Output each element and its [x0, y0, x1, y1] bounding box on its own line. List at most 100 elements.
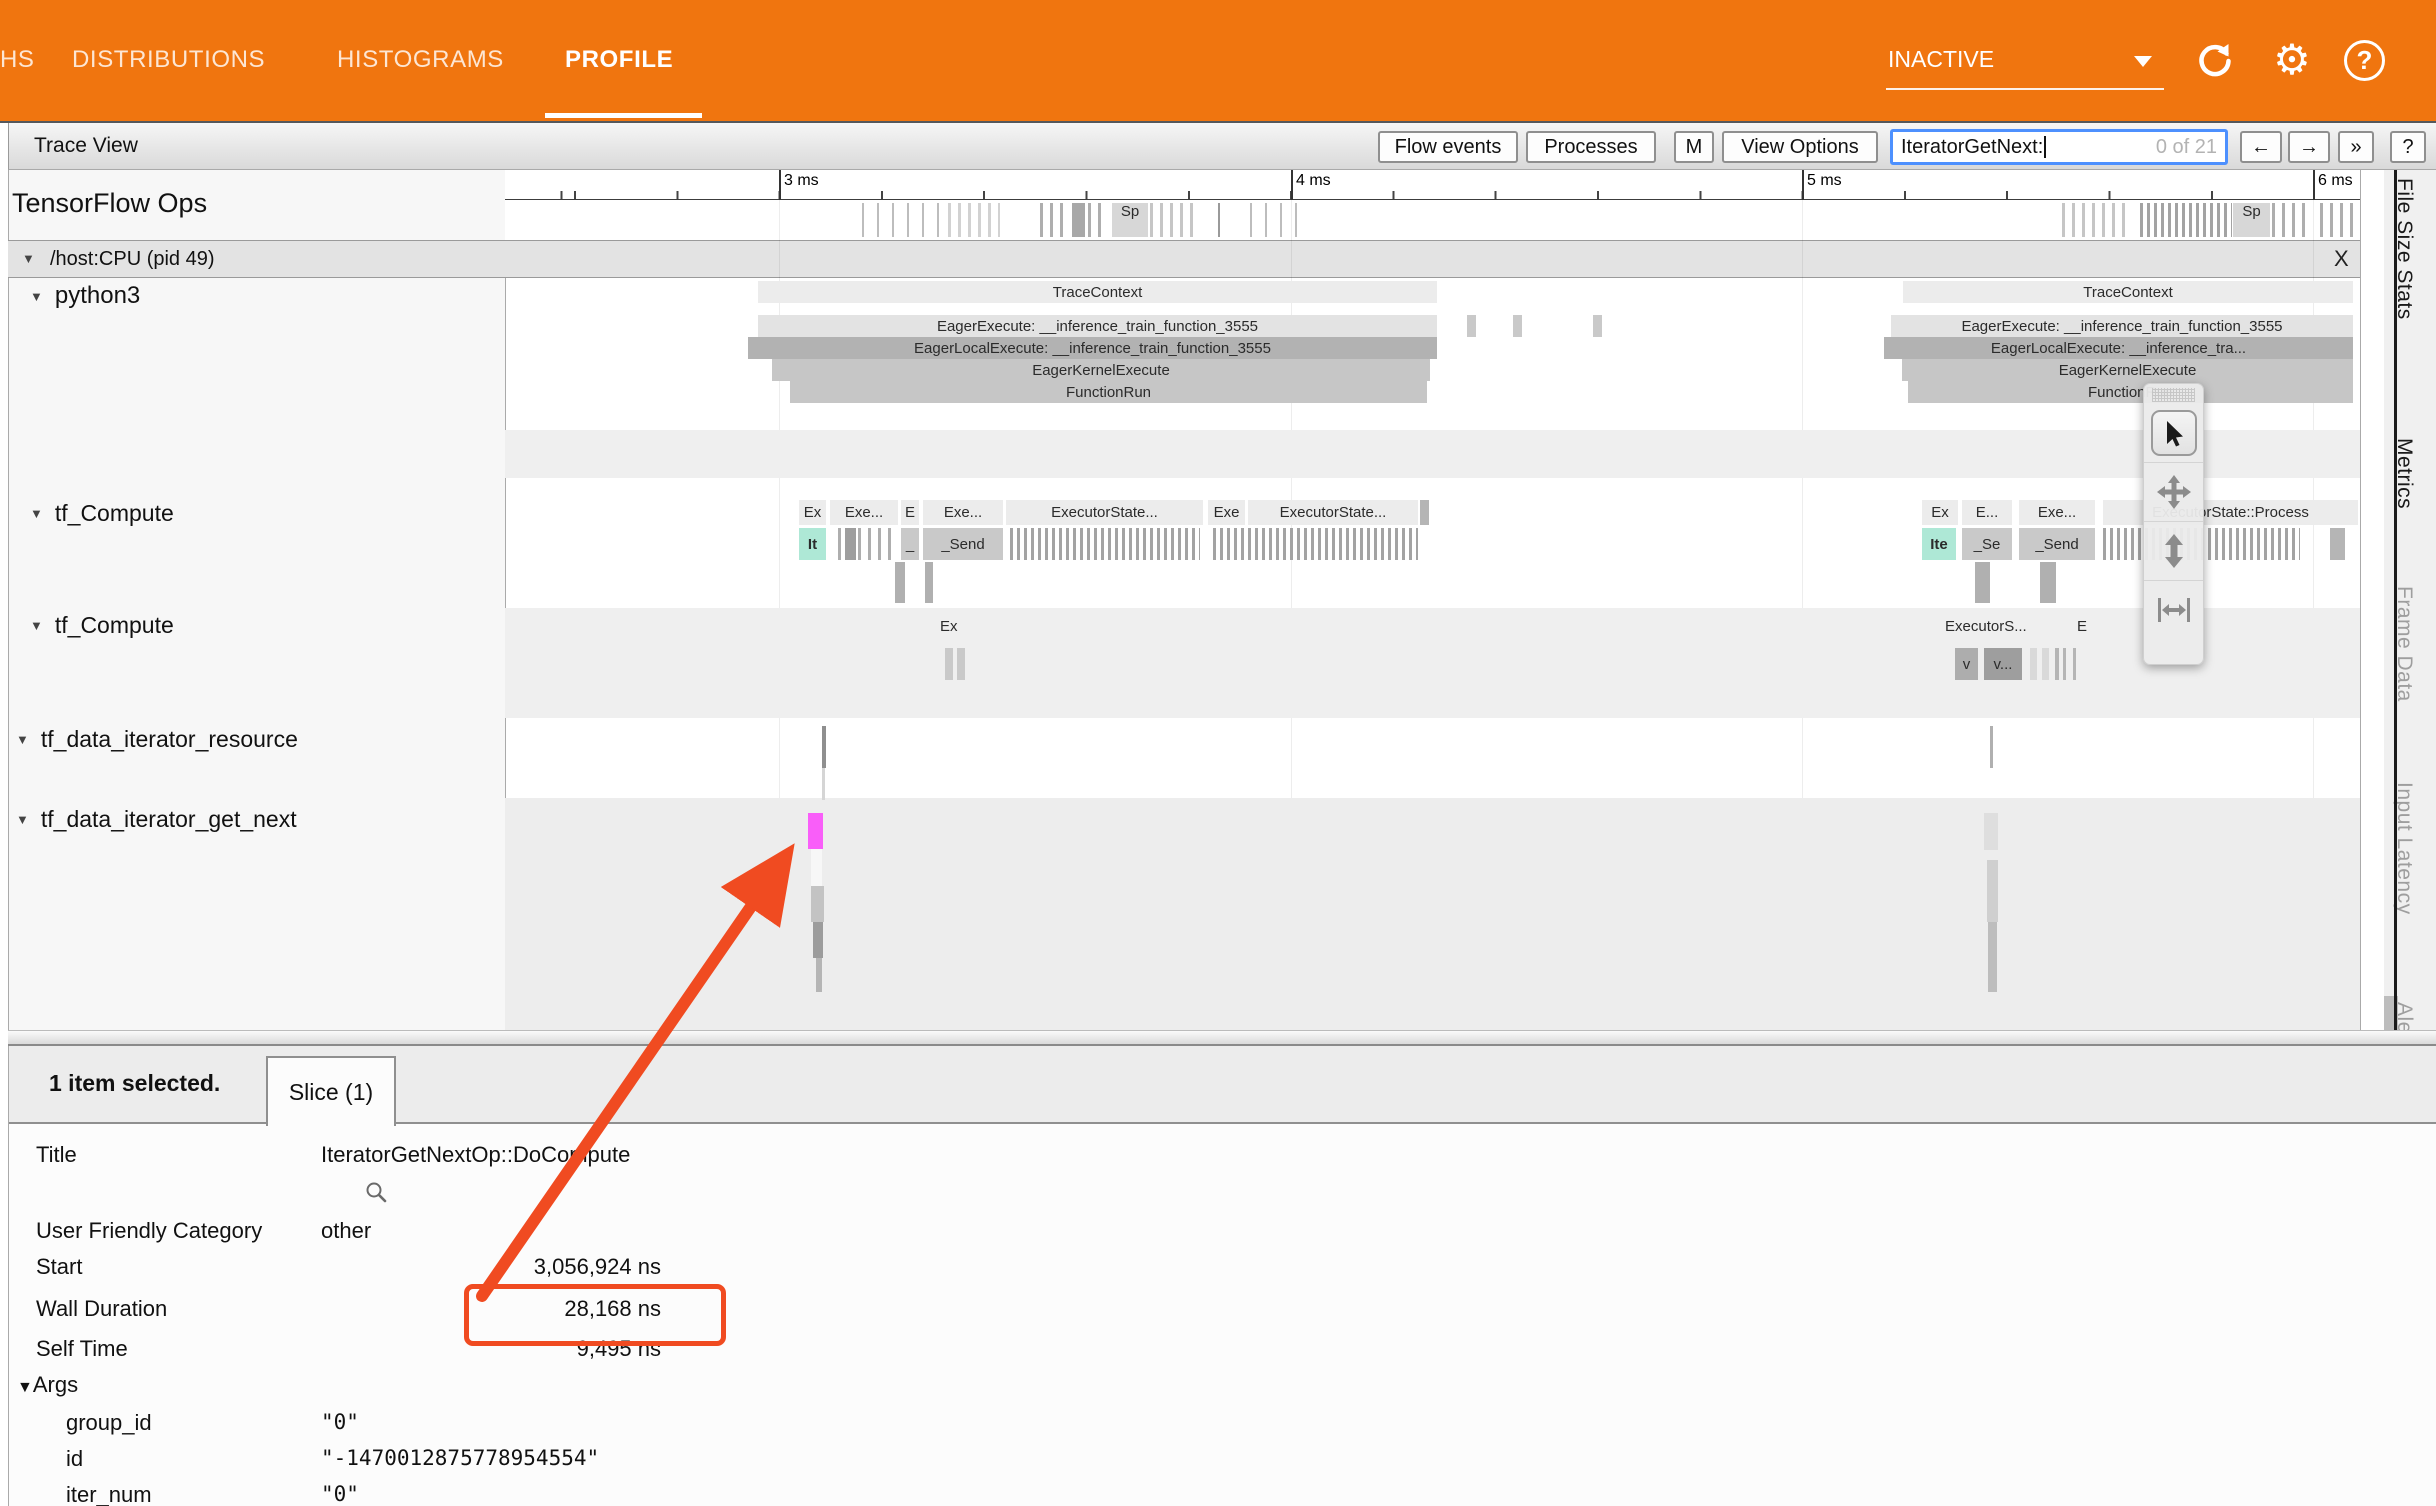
- ops-events[interactable]: [948, 203, 1000, 237]
- track-tf-compute-2[interactable]: ▼ tf_Compute: [30, 612, 174, 639]
- collapse-arrow-icon[interactable]: ▼: [22, 251, 35, 266]
- get-next-slice[interactable]: [811, 849, 822, 886]
- slice-label[interactable]: E: [901, 500, 919, 525]
- tab-histograms[interactable]: HISTOGRAMS: [337, 46, 504, 74]
- slice-iterator-get-next[interactable]: Ite: [1922, 528, 1956, 560]
- timing-tool-button[interactable]: [2144, 580, 2203, 639]
- ops-events[interactable]: [2140, 203, 2232, 237]
- slice-cluster[interactable]: [1010, 528, 1200, 560]
- pan-tool-button[interactable]: [2144, 462, 2203, 521]
- slice-eager-local-execute[interactable]: EagerLocalExecute: __inference_train_fun…: [748, 337, 1437, 359]
- view-options-button[interactable]: View Options: [1722, 131, 1878, 163]
- slice-eager-kernel-execute[interactable]: EagerKernelExecute: [772, 359, 1430, 381]
- palette-drag-handle[interactable]: [2152, 388, 2195, 402]
- slice-label[interactable]: E...: [1962, 500, 2012, 525]
- refresh-icon[interactable]: [2192, 38, 2238, 89]
- selection-tool-button[interactable]: [2144, 404, 2203, 462]
- small-slice[interactable]: [2040, 562, 2056, 603]
- small-slice[interactable]: [925, 562, 933, 603]
- ops-events[interactable]: [2272, 203, 2305, 237]
- args-section-header[interactable]: ▼Args: [17, 1372, 78, 1398]
- small-slice[interactable]: [1513, 315, 1522, 337]
- slice-send[interactable]: _Send: [2019, 528, 2095, 560]
- small-slice[interactable]: [2063, 648, 2066, 680]
- slice-label[interactable]: ExecutorState...: [1248, 500, 1418, 525]
- small-slice[interactable]: [945, 648, 953, 680]
- small-slice[interactable]: [957, 648, 965, 680]
- help-icon[interactable]: ?: [2344, 40, 2385, 81]
- ops-event-slice[interactable]: [1072, 203, 1085, 237]
- slice-trace-context[interactable]: TraceContext: [758, 281, 1437, 303]
- get-next-slice[interactable]: [816, 958, 822, 992]
- get-next-slice[interactable]: [1988, 922, 1997, 992]
- track-tf-compute-1[interactable]: ▼ tf_Compute: [30, 500, 174, 527]
- ops-events[interactable]: [1150, 203, 1196, 237]
- ops-events[interactable]: [862, 203, 940, 237]
- tab-distributions[interactable]: DISTRIBUTIONS: [72, 46, 265, 74]
- horizontal-splitter[interactable]: [8, 1030, 2436, 1046]
- small-slice[interactable]: [2330, 528, 2345, 560]
- small-slice[interactable]: [845, 528, 856, 560]
- collapse-arrow-icon[interactable]: ▼: [16, 812, 29, 827]
- ops-events[interactable]: [2062, 203, 2128, 237]
- ops-events[interactable]: [1088, 203, 1108, 237]
- slice-eager-execute[interactable]: EagerExecute: __inference_train_function…: [758, 315, 1437, 337]
- ops-sp-slice[interactable]: Sp: [1112, 203, 1148, 237]
- slice-label[interactable]: ExecutorState::Process: [2103, 500, 2358, 525]
- collapse-arrow-icon[interactable]: ▼: [16, 732, 29, 747]
- slice-label[interactable]: Exe...: [2019, 500, 2095, 525]
- ops-sp-slice[interactable]: Sp: [2233, 203, 2270, 237]
- resource-slice[interactable]: [822, 726, 826, 768]
- metrics-m-button[interactable]: M: [1674, 131, 1714, 163]
- small-slice[interactable]: [2055, 648, 2059, 680]
- ops-events[interactable]: [2320, 203, 2360, 237]
- tab-profile[interactable]: PROFILE: [565, 46, 673, 74]
- slice-cluster[interactable]: [1213, 528, 1418, 560]
- tab-graphs-partial[interactable]: HS: [0, 46, 35, 74]
- collapse-arrow-icon[interactable]: ▼: [30, 618, 43, 633]
- small-slice[interactable]: v: [1955, 648, 1978, 680]
- slice-label[interactable]: Ex: [1922, 500, 1958, 525]
- more-options-button[interactable]: »: [2338, 131, 2374, 163]
- get-next-slice[interactable]: [813, 922, 823, 958]
- resource-slice[interactable]: [1990, 726, 1993, 768]
- next-result-button[interactable]: →: [2288, 131, 2330, 163]
- ops-events[interactable]: [1250, 203, 1304, 237]
- small-slice[interactable]: [1975, 562, 1990, 603]
- close-process-button[interactable]: X: [2334, 246, 2349, 272]
- collapse-arrow-icon[interactable]: ▼: [30, 289, 43, 304]
- slice-label[interactable]: Exe: [1208, 500, 1245, 525]
- small-slice[interactable]: [2042, 648, 2049, 680]
- slice-eager-local-execute[interactable]: EagerLocalExecute: __inference_tra...: [1884, 337, 2353, 359]
- collapse-arrow-icon[interactable]: ▼: [30, 506, 43, 521]
- slice-label[interactable]: Exe...: [923, 500, 1003, 525]
- slice-iterator-get-next[interactable]: It: [799, 528, 826, 560]
- slice-function-run[interactable]: FunctionRun: [790, 381, 1427, 403]
- slice-eager-kernel-execute[interactable]: EagerKernelExecute: [1902, 359, 2353, 381]
- small-slice[interactable]: [1467, 315, 1476, 337]
- trace-help-button[interactable]: ?: [2390, 131, 2426, 163]
- track-python3[interactable]: ▼ python3: [30, 282, 140, 310]
- slice-send[interactable]: _Send: [923, 528, 1003, 560]
- slice-trace-context[interactable]: TraceContext: [1903, 281, 2353, 303]
- resource-slice[interactable]: [822, 768, 825, 800]
- host-cpu-header[interactable]: ▼ /host:CPU (pid 49) X: [8, 240, 2360, 278]
- gear-icon[interactable]: ⚙: [2266, 34, 2318, 86]
- get-next-slice[interactable]: [1987, 860, 1998, 922]
- ops-events[interactable]: [1040, 203, 1070, 237]
- chevron-down-icon[interactable]: [2134, 56, 2152, 67]
- track-tf-data-iterator-get-next[interactable]: ▼ tf_data_iterator_get_next: [16, 806, 297, 833]
- slice-eager-execute[interactable]: EagerExecute: __inference_train_function…: [1891, 315, 2353, 337]
- small-slice[interactable]: [2030, 648, 2037, 680]
- slice-send[interactable]: _Se: [1962, 528, 2012, 560]
- track-tf-data-iterator-resource[interactable]: ▼ tf_data_iterator_resource: [16, 726, 298, 753]
- small-slice[interactable]: [1420, 500, 1429, 525]
- slice-label[interactable]: Exe...: [830, 500, 898, 525]
- selected-slice-iterator-get-next[interactable]: [808, 813, 823, 849]
- slice-function-run[interactable]: FunctionRun: [1908, 381, 2353, 403]
- small-slice[interactable]: v...: [1984, 648, 2022, 680]
- slice-label[interactable]: Ex: [799, 500, 826, 525]
- small-slice[interactable]: [2073, 648, 2076, 680]
- zoom-tool-button[interactable]: [2144, 521, 2203, 580]
- ops-event-slice[interactable]: [1218, 203, 1220, 237]
